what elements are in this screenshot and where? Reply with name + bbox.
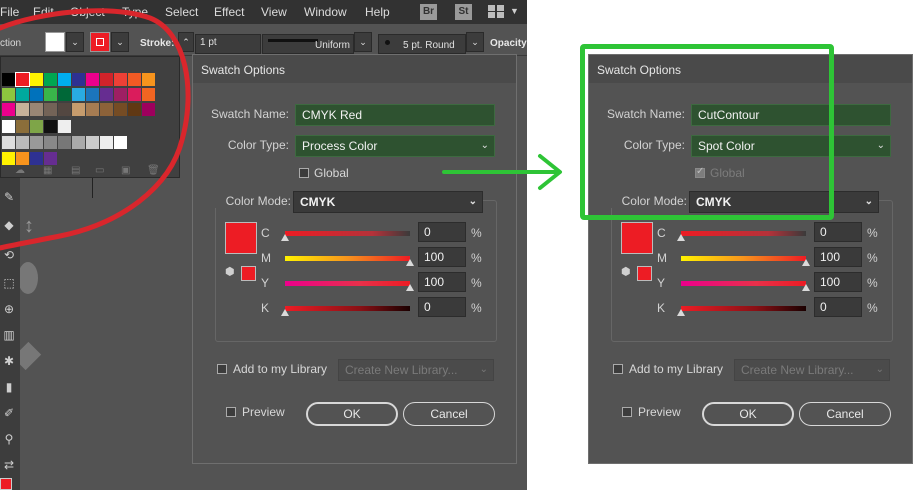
slider-knob[interactable] — [406, 259, 414, 266]
preview-checkbox[interactable] — [226, 407, 236, 417]
channel-k-input[interactable]: 0 — [814, 297, 862, 317]
channel-m-input[interactable]: 100 — [814, 247, 862, 267]
channel-m-slider[interactable] — [681, 256, 806, 261]
library-placeholder: Create New Library... — [741, 363, 854, 377]
ok-button[interactable]: OK — [702, 402, 794, 426]
cube-icon: ⬢ — [621, 266, 631, 278]
channel-y-label: Y — [657, 276, 666, 290]
slider-knob[interactable] — [281, 309, 289, 316]
free-transform-icon[interactable]: ⬚ — [2, 276, 16, 290]
library-select: Create New Library... ⌄ — [338, 359, 494, 381]
channel-k-slider[interactable] — [681, 306, 806, 311]
percent-sign: % — [867, 251, 878, 265]
percent-sign: % — [471, 276, 482, 290]
slider-knob[interactable] — [406, 284, 414, 291]
channel-m-label: M — [657, 251, 667, 265]
percent-sign: % — [867, 276, 878, 290]
color-preview-swatch — [621, 222, 653, 254]
channel-k-input[interactable]: 0 — [418, 297, 466, 317]
channel-c-input[interactable]: 0 — [814, 222, 862, 242]
chevron-down-icon: ⌄ — [479, 364, 488, 375]
channel-y-input[interactable]: 100 — [814, 272, 862, 292]
preview-label: Preview — [638, 405, 681, 419]
channel-y-slider[interactable] — [681, 281, 806, 286]
fill-stroke-indicator[interactable] — [0, 478, 12, 490]
out-of-gamut-swatch[interactable] — [241, 266, 256, 281]
out-of-gamut-swatch[interactable] — [637, 266, 652, 281]
illustrator-window: File Edit Object Type Select Effect View… — [0, 0, 527, 490]
channel-k-label: K — [657, 301, 666, 315]
zoom-icon[interactable]: ⚲ — [2, 432, 16, 446]
annotation-red-circle — [0, 8, 191, 251]
cube-icon: ⬢ — [225, 266, 235, 278]
add-to-library-label: Add to my Library — [233, 362, 328, 376]
slider-knob[interactable] — [802, 284, 810, 291]
channel-y-label: Y — [261, 276, 270, 290]
chevron-down-icon: ⌄ — [864, 196, 873, 207]
annotation-green-highlight — [580, 44, 834, 220]
swap-fill-stroke-icon[interactable]: ⇄ — [2, 458, 16, 472]
symbol-sprayer-icon[interactable]: ✱ — [2, 354, 16, 368]
channel-k-slider[interactable] — [285, 306, 410, 311]
slider-knob[interactable] — [677, 309, 685, 316]
library-select: Create New Library... ⌄ — [734, 359, 890, 381]
perspective-icon[interactable]: ▥ — [2, 328, 16, 342]
chevron-down-icon: ⌄ — [876, 140, 885, 151]
channel-c-label: C — [657, 226, 666, 240]
add-to-library-checkbox[interactable] — [217, 364, 227, 374]
ok-button[interactable]: OK — [306, 402, 398, 426]
annotation-arrow-icon — [442, 154, 562, 190]
slider-knob[interactable] — [802, 259, 810, 266]
chevron-down-icon: ⌄ — [875, 364, 884, 375]
graph-icon[interactable]: ▮ — [2, 380, 16, 394]
channel-y-slider[interactable] — [285, 281, 410, 286]
channel-y-input[interactable]: 100 — [418, 272, 466, 292]
percent-sign: % — [867, 226, 878, 240]
channel-k-label: K — [261, 301, 270, 315]
cancel-button[interactable]: Cancel — [403, 402, 495, 426]
percent-sign: % — [471, 301, 482, 315]
preview-label: Preview — [242, 405, 285, 419]
channel-c-slider[interactable] — [681, 231, 806, 236]
add-to-library-label: Add to my Library — [629, 362, 724, 376]
add-to-library-checkbox[interactable] — [613, 364, 623, 374]
slider-knob[interactable] — [677, 234, 685, 241]
eyedropper-icon[interactable]: ✐ — [2, 406, 16, 420]
cancel-button[interactable]: Cancel — [799, 402, 891, 426]
canvas-object — [18, 262, 38, 294]
library-placeholder: Create New Library... — [345, 363, 458, 377]
preview-checkbox[interactable] — [622, 407, 632, 417]
shape-builder-icon[interactable]: ⊕ — [2, 302, 16, 316]
percent-sign: % — [867, 301, 878, 315]
